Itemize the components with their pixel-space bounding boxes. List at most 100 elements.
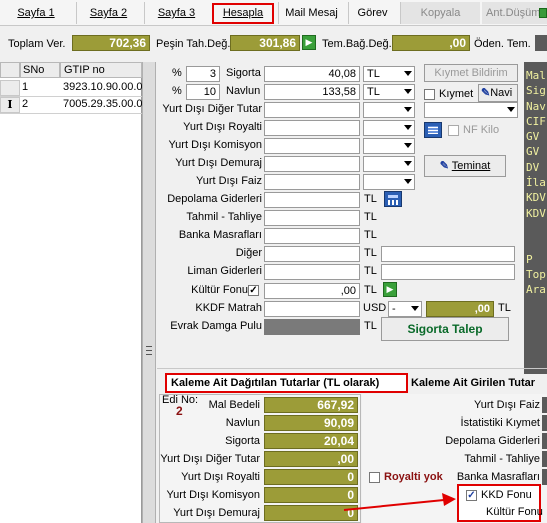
yurt-disi-diger-currency-select[interactable] <box>363 102 415 118</box>
kkdf-input[interactable] <box>264 301 360 317</box>
kkd-fonu-checkbox[interactable]: ✓ <box>466 490 477 501</box>
nf-kilo-checkbox[interactable] <box>448 125 459 136</box>
select-value: TL <box>367 68 380 80</box>
kultur-label: Kültür Fonu <box>191 284 248 296</box>
tem-label: Tem.Bağ.Değ. <box>322 38 392 50</box>
sigorta-dag-label: Sigorta <box>225 435 260 447</box>
diger-extra-input[interactable] <box>381 246 515 262</box>
oden-label: Öden. Tem. <box>474 38 531 50</box>
table-row[interactable]: 1 3923.10.90.00.0 <box>0 80 143 96</box>
kkdf-currency-select[interactable]: - <box>388 301 422 317</box>
button-label: Kıymet Bildirim <box>434 67 508 79</box>
annotation-arrow <box>343 493 456 511</box>
grid-header-sno[interactable]: SNo <box>20 62 60 78</box>
splitter[interactable] <box>142 62 156 523</box>
table-icon[interactable] <box>424 122 442 138</box>
navlun-input[interactable]: 133,58 <box>264 84 360 100</box>
cell-gtip: 3923.10.90.00.0 <box>63 81 143 93</box>
chevron-down-icon <box>404 125 412 130</box>
liman-label: Liman Giderleri <box>187 265 262 277</box>
yurt-disi-demuraj-currency-select[interactable] <box>363 156 415 172</box>
sigorta-currency-select[interactable]: TL <box>363 66 415 82</box>
sigorta-talep-button[interactable]: Sigorta Talep <box>381 317 509 341</box>
kiymet-bildirim-button[interactable]: Kıymet Bildirim <box>424 64 518 82</box>
pesin-go-button[interactable]: ▶ <box>302 35 316 50</box>
tab-hesapla[interactable]: Hesapla <box>212 3 274 24</box>
tab-label: Kopyala <box>420 7 461 19</box>
tab-ant-dusum[interactable]: Ant.Düşüm <box>482 2 547 24</box>
tab-label: Görev <box>357 7 388 19</box>
yurt-disi-komisyon-currency-select[interactable] <box>363 138 415 154</box>
select-value: - <box>392 303 396 315</box>
kultur-input[interactable]: ,00 <box>264 283 360 299</box>
grid-header-corner <box>0 62 20 78</box>
chevron-down-icon <box>404 161 412 166</box>
liman-input[interactable] <box>264 264 360 280</box>
grid-header-gtip[interactable]: GTIP no <box>60 62 142 78</box>
tab-gorev[interactable]: Görev <box>348 2 396 24</box>
yurt-disi-faiz-currency-select[interactable] <box>363 174 415 190</box>
navlun-currency-select[interactable]: TL <box>363 84 415 100</box>
bottom-divider <box>157 368 547 369</box>
yurt-disi-komisyon-input[interactable] <box>264 138 360 154</box>
tab-sayfa-3[interactable]: Sayfa 3 <box>144 2 208 24</box>
tab-dagitilan-tutarlar[interactable]: Kaleme Ait Dağıtılan Tutarlar (TL olarak… <box>165 373 408 393</box>
sigorta-input[interactable]: 40,08 <box>264 66 360 82</box>
chevron-down-icon <box>404 143 412 148</box>
tab-girilen-tutar[interactable]: Kaleme Ait Girilen Tutar <box>409 375 547 393</box>
sigorta-pct-input[interactable]: 3 <box>186 66 220 82</box>
tahmil-currency: TL <box>364 211 377 223</box>
row-selector[interactable] <box>0 80 20 96</box>
tab-label: Mail Mesaj <box>285 7 338 19</box>
depolama-input[interactable] <box>264 192 360 208</box>
depolama-currency: TL <box>364 193 377 205</box>
navlun-dag-label: Navlun <box>225 417 260 429</box>
sigorta-label: Sigorta <box>226 67 261 79</box>
kultur-checkbox[interactable]: ✓ <box>248 285 259 296</box>
cell-sno: 1 <box>22 81 29 93</box>
yurt-disi-faiz-label: Yurt Dışı Faiz <box>195 175 262 187</box>
mal-bedeli-value: 667,92 <box>264 397 358 413</box>
row-selector[interactable]: I <box>0 97 20 113</box>
kkd-fonu-label: KKD Fonu <box>481 489 532 501</box>
banka-input[interactable] <box>264 228 360 244</box>
tab-sayfa-1[interactable]: Sayfa 1 <box>4 2 68 24</box>
button-label: Navi <box>490 87 513 99</box>
cell-sno: 2 <box>22 98 29 110</box>
tab-mail-mesaj[interactable]: Mail Mesaj <box>278 2 344 24</box>
yurt-disi-demuraj-dag-label: Yurt Dışı Demuraj <box>173 507 260 519</box>
royalti-yok-checkbox[interactable] <box>369 472 380 483</box>
yurt-disi-diger-input[interactable] <box>264 102 360 118</box>
banka-label: Banka Masrafları <box>178 229 262 241</box>
tahmil-input[interactable] <box>264 210 360 226</box>
table-row[interactable]: I 2 7005.29.35.00.0 <box>0 97 143 113</box>
yurt-disi-royalti-label: Yurt Dışı Royalti <box>183 121 262 133</box>
summary-panel: Mal Sig Nav CIF GV GV DV İla KDV KDV P T… <box>524 62 547 374</box>
chevron-down-icon <box>404 179 412 184</box>
teminat-button[interactable]: ✎ Teminat <box>424 155 506 177</box>
banka-dag-value <box>542 469 547 485</box>
calculator-icon[interactable] <box>384 191 402 207</box>
yurt-disi-royalti-input[interactable] <box>264 120 360 136</box>
liman-extra-input[interactable] <box>381 264 515 280</box>
diger-input[interactable] <box>264 246 360 262</box>
gtip-grid <box>0 62 142 523</box>
navlun-pct-sign: % <box>172 85 182 97</box>
tab-kopyala[interactable]: Kopyala <box>400 2 480 24</box>
navi-select[interactable] <box>424 102 518 118</box>
yurt-disi-faiz-input[interactable] <box>264 174 360 190</box>
button-label: Teminat <box>451 160 491 172</box>
yurt-disi-demuraj-input[interactable] <box>264 156 360 172</box>
pencil-icon: ✎ <box>481 87 491 99</box>
kkdf-currency: USD <box>363 302 387 314</box>
navlun-pct-input[interactable]: 10 <box>186 84 220 100</box>
kultur-go-button[interactable]: ▶ <box>383 282 397 297</box>
tab-label: Ant.Düşüm <box>486 7 541 19</box>
chevron-down-icon <box>411 306 419 311</box>
cell-gtip: 7005.29.35.00.0 <box>63 98 143 110</box>
navi-button[interactable]: ✎Navi <box>478 84 518 102</box>
tahmil-dag-label: Tahmil - Tahliye <box>464 453 540 465</box>
tab-sayfa-2[interactable]: Sayfa 2 <box>76 2 140 24</box>
yurt-disi-royalti-currency-select[interactable] <box>363 120 415 136</box>
kiymet-checkbox[interactable] <box>424 89 435 100</box>
